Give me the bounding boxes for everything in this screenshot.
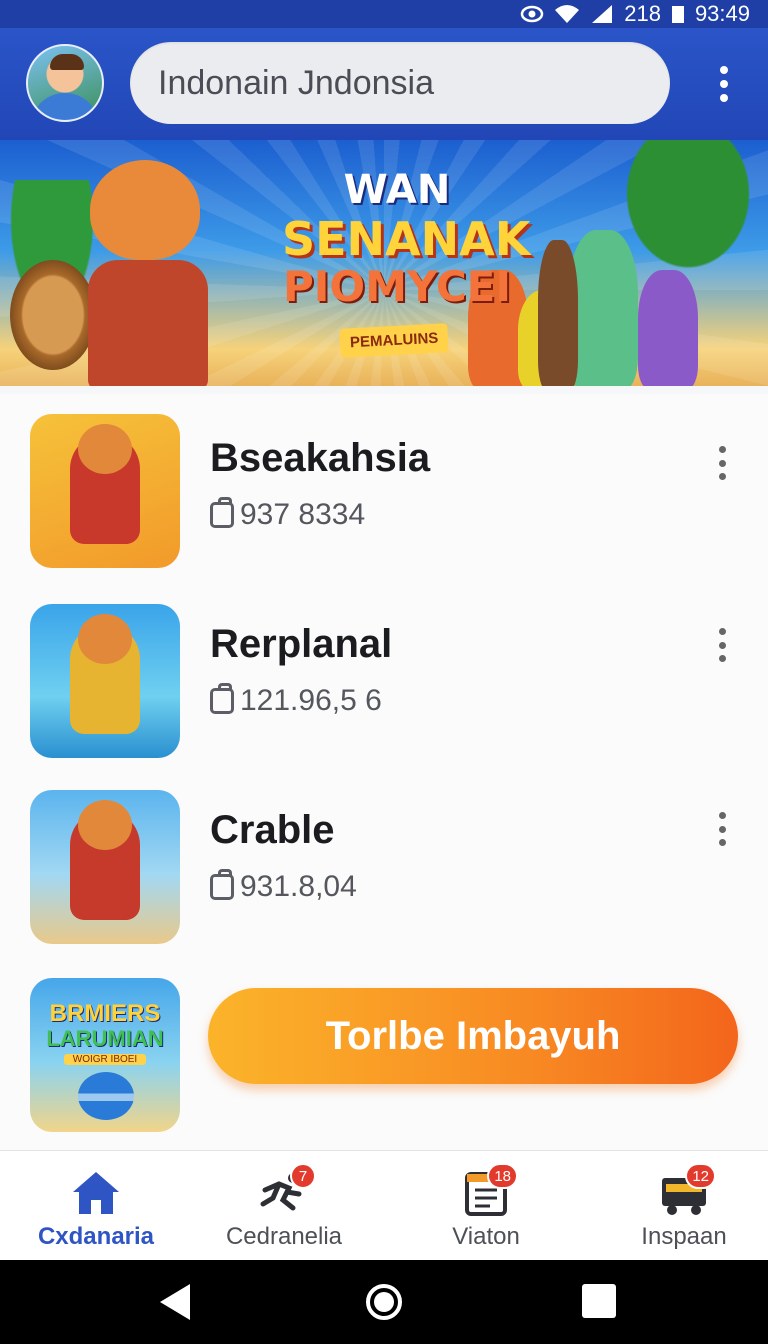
nav-item-activity[interactable]: 7 Cedranelia [188,1151,380,1261]
bag-icon [210,869,234,900]
banner-title: WAN SENANAK PIOMYCEI [282,167,531,311]
list-item-meta-text: 931.8,04 [240,870,357,903]
game-thumbnail [30,790,180,944]
banner-title-line2: SENANAK [282,212,531,266]
run-icon: 7 [256,1163,316,1219]
nav-item-home[interactable]: Cxdanaria [0,1151,192,1261]
list-item-title: Rerplanal [210,622,393,666]
list-item-meta-text: 937 8334 [240,498,366,531]
banner-title-line3: PIOMYCEI [283,262,511,311]
promo-thumb-line2: LARUMIAN [46,1026,164,1051]
list-item-meta: 931.8,04 [210,869,357,904]
fox-character [60,150,220,386]
avatar-hair [50,54,84,70]
avatar[interactable] [26,44,104,122]
nav-label: Cxdanaria [37,1223,155,1250]
home-icon [68,1167,124,1219]
nav-item-inbox[interactable]: 12 Inspaan [588,1151,768,1261]
signal-text: 218 [624,1,661,26]
game-list: Bseakahsia 937 8334 Rerplanal 121.96,5 6… [0,394,768,1150]
search-text: Indonain Jndonsia [158,63,435,102]
list-item[interactable]: Crable 931.8,04 [0,790,768,976]
battery-icon [671,4,685,24]
list-item-meta: 937 8334 [210,497,366,532]
nav-label: Inspaan [641,1223,727,1250]
cta-button[interactable]: Torlbe Imbayuh [208,988,738,1084]
promo-thumbnail[interactable]: BRMIERS LARUMIAN WOIGR IBOEI [30,978,180,1132]
home-button-icon[interactable] [366,1284,402,1320]
inbox-icon: 12 [656,1163,716,1219]
banner-title-line1: WAN [343,167,451,213]
more-vert-icon[interactable] [716,628,728,662]
notification-badge: 18 [487,1163,518,1189]
promo-thumb-line3: WOIGR IBOEI [64,1054,146,1065]
back-icon[interactable] [160,1284,190,1320]
nav-label: Viaton [452,1223,520,1250]
status-bar: 218 93:49 [0,0,768,28]
banner-tag: PEMALUINS [339,323,450,358]
eye-icon [520,5,544,23]
signal-icon [590,4,614,24]
nav-item-list[interactable]: 18 Viaton [390,1151,582,1261]
list-item-title: Bseakahsia [210,436,431,480]
promo-banner[interactable]: WAN SENANAK PIOMYCEI PEMALUINS [0,140,768,386]
notification-badge: 12 [685,1163,716,1189]
game-thumbnail [30,414,180,568]
list-item-title: Crable [210,808,335,852]
more-vert-icon[interactable] [716,812,728,846]
bottom-nav: Cxdanaria 7 Cedranelia 18 Viaton 12 Insp… [0,1150,768,1260]
bag-icon [210,683,234,714]
recents-icon[interactable] [582,1284,616,1318]
list-item-meta: 121.96,5 6 [210,683,382,718]
app-header: Indonain Jndonsia [0,28,768,140]
clock: 93:49 [694,1,750,26]
ball-icon [78,1072,134,1120]
search-input[interactable]: Indonain Jndonsia [130,42,670,124]
list-item[interactable]: Rerplanal 121.96,5 6 [0,602,768,788]
wifi-icon [554,4,580,24]
list-item[interactable]: Bseakahsia 937 8334 [0,412,768,598]
notification-badge: 7 [290,1163,316,1189]
list-item-meta-text: 121.96,5 6 [240,684,382,717]
nav-label: Cedranelia [225,1223,343,1250]
list-icon: 18 [458,1163,518,1219]
game-thumbnail [30,604,180,758]
bag-icon [210,497,234,528]
promo-thumb-line1: BRMIERS [49,1000,161,1027]
system-nav-bar [0,1260,768,1344]
more-vert-icon[interactable] [718,66,730,102]
more-vert-icon[interactable] [716,446,728,480]
